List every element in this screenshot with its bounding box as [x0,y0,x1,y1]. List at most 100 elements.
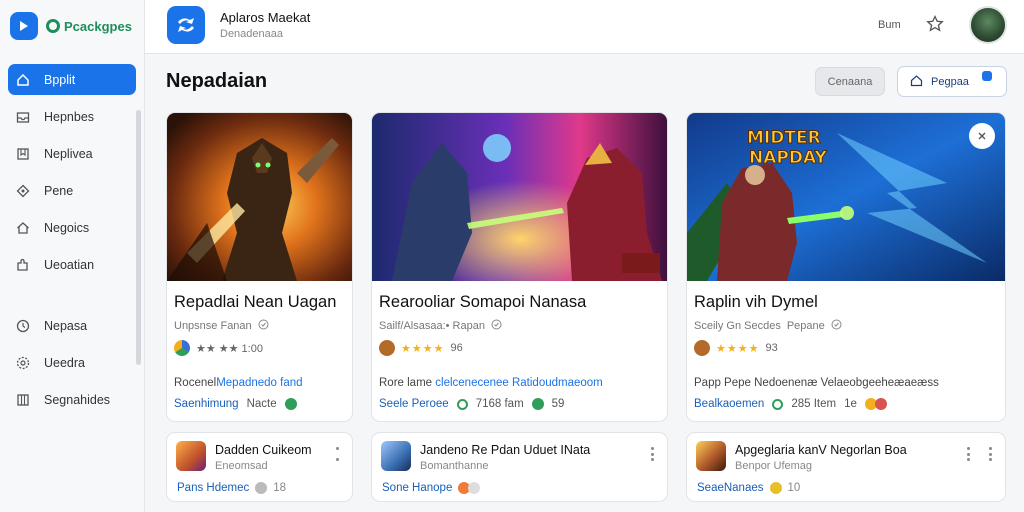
topbar: Aplaros Maekat Denadenaaa Bum [145,0,1024,54]
mini-subtitle: Benpor Ufemag [735,460,813,472]
mini-title: Jandeno Re Pdan Uduet INata [420,443,591,457]
card-description-accent: clelcenecenee Ratidoudmaeoom [435,377,603,389]
nav-spacer [8,286,136,310]
app-subtitle: Denadenaaa [220,28,284,40]
sidebar-item-label: Pene [44,183,74,198]
card-subtitle: Sailf/Alsasaa:• Rapan [379,319,502,333]
card-footer-number: 1e [844,398,857,410]
close-icon[interactable] [969,123,995,149]
rating-number: 93 [765,342,778,354]
card-description: Rore lame clelcenecenee Ratidoudmaeoom [379,377,603,389]
settings-icon [16,356,30,370]
rating-stars: ★★★★ [716,342,760,355]
rating-row: ★★★★ 96 [379,340,463,356]
sidebar-scrollbar[interactable] [136,110,141,365]
card-subtitle-text: Sailf/Alsasaa:• Rapan [379,320,485,332]
more-icon[interactable] [336,447,340,461]
sidebar-item-3[interactable]: Pene [8,175,136,206]
card-subtitle-text: Sceily Gn Secdes [694,320,781,332]
card-image [372,113,667,281]
card-description-accent: Nedoenenæ Velaeobgeeheæaeæss [754,377,939,389]
app-card-2[interactable]: Rearooliar Somapoi Nanasa Sailf/Alsasaa:… [371,112,668,422]
rating-text: ★★ ★★ 1:00 [196,342,263,355]
inbox-icon [16,110,30,124]
card-title: Raplin vih Dymel [694,293,818,311]
developer-logo-icon [694,340,710,356]
card-footer-text: 7168 fam [475,398,524,410]
more-icon-secondary[interactable] [989,447,993,461]
columns-icon [16,393,30,407]
sidebar: Pcackgpes Bpplit Hepnbes Neplivea Pene N… [0,0,145,512]
developer-logo-icon [174,340,190,356]
sidebar-item-5[interactable]: Ueoatian [8,249,136,280]
primary-button-label: Pegpaa [931,75,969,88]
card-image: MIDTER NAPDAY [687,113,1005,281]
card-subtitle: Unpsnse Fanan [174,319,269,333]
mini-thumbnail [176,441,206,471]
status-chip-icon [284,398,297,410]
mini-footer-accent[interactable]: SeaeNanaes [697,482,764,494]
card-footer: Bealkaoemen 285 Item 1e [694,398,887,410]
mini-subtitle: Eneomsad [215,460,268,472]
top-link[interactable]: Bum [878,19,901,31]
sidebar-item-6[interactable]: Nepasa [8,310,136,341]
mini-title: Apgeglaria kanV Negorlan Boa [735,443,907,457]
primary-button[interactable]: Pegpaa [897,66,1007,97]
brand-label: Pcackgpes [64,18,132,34]
verified-icon [831,319,842,333]
sidebar-item-4[interactable]: Negoics [8,212,136,243]
card-footer-text: 285 Item [791,398,837,410]
card-description: Papp Pepe Nedoenenæ Velaeobgeeheæaeæss [694,377,939,389]
mini-card-1[interactable]: Dadden Cuikeom Eneomsad Pans Hdemec 18 [166,432,353,502]
sidebar-item-1[interactable]: Hepnbes [8,101,136,132]
mini-card-2[interactable]: Jandeno Re Pdan Uduet INata Bomanthanne … [371,432,668,502]
rating-row: ★★ ★★ 1:00 [174,340,263,356]
more-icon[interactable] [651,447,655,461]
mini-footer: Sone Hanope [382,482,481,494]
status-ring-icon [772,398,784,410]
mini-title: Dadden Cuikeom [215,443,312,457]
card-description-prefix: Papp Pepe [694,377,751,389]
sidebar-item-label: Hepnbes [44,109,95,124]
mini-footer-accent[interactable]: Sone Hanope [382,482,452,494]
avatar[interactable] [969,6,1007,44]
status-chip-icon [255,482,268,494]
app-card-3[interactable]: MIDTER NAPDAY Raplin vih Dymel Sceily Gn… [686,112,1006,422]
card-description-prefix: Rore lame [379,377,433,389]
card-footer-text: Nacte [246,398,277,410]
mini-footer: SeaeNanaes 10 [697,482,800,494]
verified-icon [491,319,502,333]
app-card-1[interactable]: Repadlai Nean Uagan Unpsnse Fanan ★★ ★★ … [166,112,353,422]
mini-footer: Pans Hdemec 18 [177,482,286,494]
app-title: Aplaros Maekat [220,10,311,25]
card-footer-accent[interactable]: Bealkaoemen [694,398,764,410]
more-icon[interactable] [967,447,971,461]
game-logo-line-1: MIDTER [747,128,821,148]
brand-ring-icon [46,19,60,33]
brand-name: Pcackgpes [46,19,132,34]
house-icon [16,221,30,235]
play-logo-icon [10,12,38,40]
rating-stars: ★★★★ [401,342,445,355]
sidebar-item-7[interactable]: Ueedra [8,347,136,378]
reaction-icon [468,482,481,494]
mini-card-3[interactable]: Apgeglaria kanV Negorlan Boa Benpor Ufem… [686,432,1006,502]
mini-thumbnail [696,441,726,471]
card-footer-accent[interactable]: Saenhimung [174,398,239,410]
star-icon[interactable] [925,14,945,34]
brand[interactable]: Pcackgpes [0,0,144,52]
mini-footer-number: 18 [273,482,287,494]
page-title: Nepadaian [166,70,268,92]
mini-footer-accent[interactable]: Pans Hdemec [177,482,249,494]
card-footer-accent[interactable]: Seele Peroee [379,398,449,410]
mini-thumbnail [381,441,411,471]
app-icon[interactable] [167,6,205,44]
cancel-button[interactable]: Cenaana [815,67,885,96]
sidebar-item-0[interactable]: Bpplit [8,64,136,95]
sidebar-item-2[interactable]: Neplivea [8,138,136,169]
rating-row: ★★★★ 93 [694,340,778,356]
rating-number: 96 [450,342,463,354]
sidebar-item-8[interactable]: Segnahides [8,384,136,415]
card-footer-number: 59 [551,398,565,410]
home-icon [16,73,30,87]
